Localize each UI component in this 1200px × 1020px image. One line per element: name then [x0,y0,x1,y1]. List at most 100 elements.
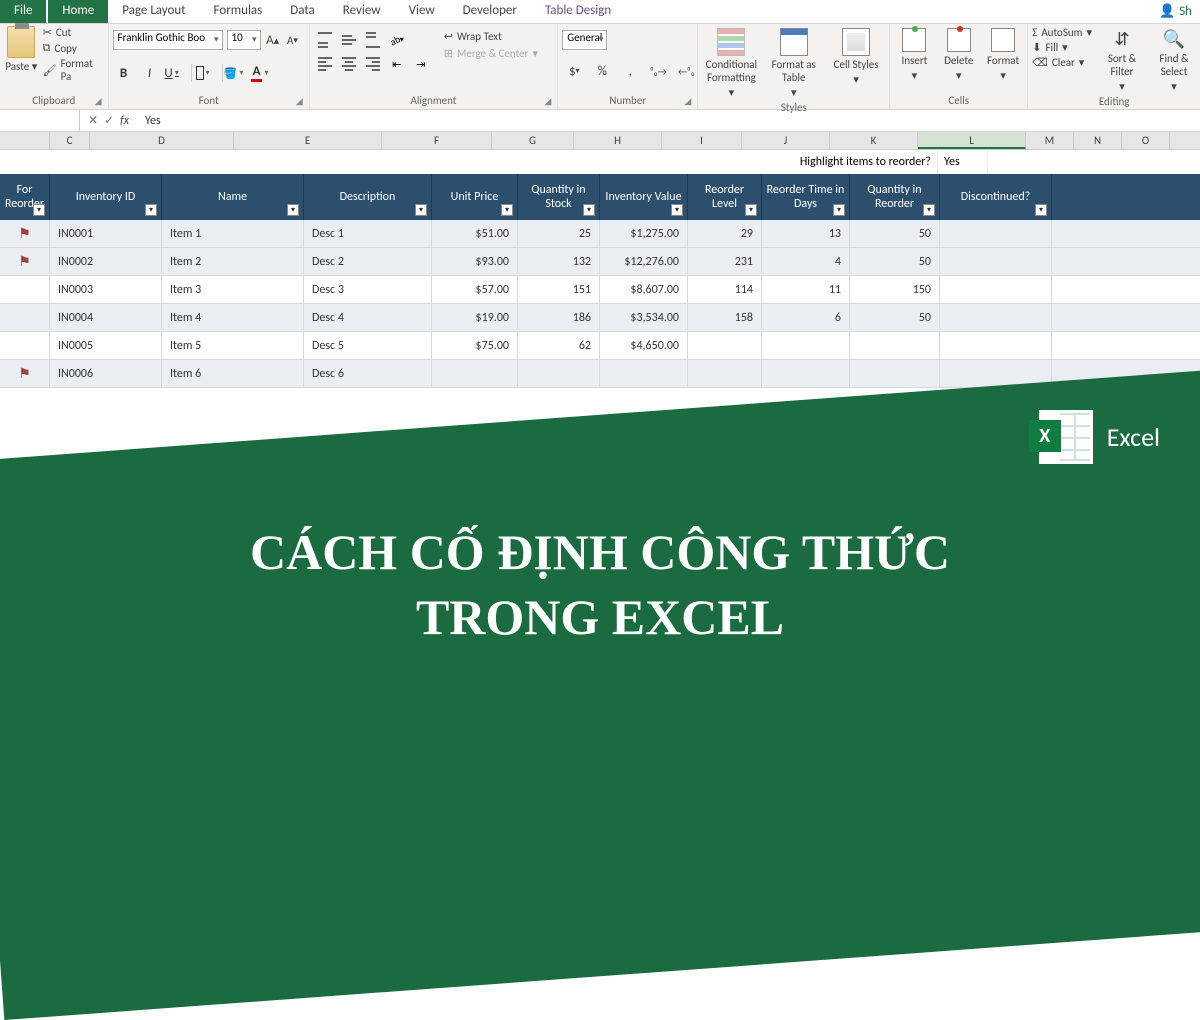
cancel-formula-button[interactable]: ✕ [88,113,98,128]
align-center-button[interactable] [338,54,360,74]
col-header-d[interactable]: D [90,132,234,149]
th-qty-stock[interactable]: Quantity in Stock▾ [518,174,600,220]
cell-val[interactable] [600,360,688,387]
increase-font-button[interactable]: A▴ [265,30,281,50]
col-header-j[interactable]: J [742,132,830,149]
align-left-button[interactable] [314,54,336,74]
th-discontinued[interactable]: Discontinued?▾ [940,174,1052,220]
formula-input[interactable]: Yes [137,114,161,128]
tab-review[interactable]: Review [329,0,395,23]
th-description[interactable]: Description▾ [304,174,432,220]
col-header-o[interactable]: O [1122,132,1170,149]
th-reorder[interactable]: For Reorder▾ [0,174,50,220]
border-button[interactable]: ▾ [196,62,218,84]
clipboard-launcher-icon[interactable]: ◢ [95,96,102,107]
cell-price[interactable]: $93.00 [432,248,518,275]
font-launcher-icon[interactable]: ◢ [296,96,303,107]
col-header-f[interactable]: F [382,132,492,149]
percent-button[interactable]: % [590,60,614,82]
align-middle-button[interactable] [338,30,360,50]
bold-button[interactable]: B [113,62,135,84]
table-row[interactable]: IN0003Item 3Desc 3$57.00151$8,607.001141… [0,276,1200,304]
cell-name[interactable]: Item 2 [162,248,304,275]
cell-rl[interactable] [688,332,762,359]
underline-button[interactable]: U▾ [165,62,187,84]
cell-disc[interactable] [940,276,1052,303]
cell-desc[interactable]: Desc 1 [304,220,432,247]
cell-price[interactable] [432,360,518,387]
cell-rt[interactable]: 13 [762,220,850,247]
currency-button[interactable]: $▾ [562,60,586,82]
cell-qr[interactable]: 150 [850,276,940,303]
cell-desc[interactable]: Desc 5 [304,332,432,359]
th-reorder-level[interactable]: Reorder Level▾ [688,174,762,220]
cell-rl[interactable]: 231 [688,248,762,275]
cell-val[interactable]: $12,276.00 [600,248,688,275]
cell-rt[interactable]: 11 [762,276,850,303]
enter-formula-button[interactable]: ✓ [104,113,114,128]
cell-name[interactable]: Item 1 [162,220,304,247]
cell-qr[interactable] [850,332,940,359]
tab-table-design[interactable]: Table Design [531,0,625,23]
filter-icon[interactable]: ▾ [833,204,845,216]
cell-qty[interactable]: 151 [518,276,600,303]
cell-disc[interactable] [940,332,1052,359]
tab-home[interactable]: Home [48,0,108,23]
col-header-l[interactable]: L [918,132,1026,149]
cell-rt[interactable]: 4 [762,248,850,275]
filter-icon[interactable]: ▾ [501,204,513,216]
col-header-i[interactable]: I [662,132,742,149]
col-header-k[interactable]: K [830,132,918,149]
alignment-launcher-icon[interactable]: ◢ [544,96,551,107]
increase-decimal-button[interactable]: ⁰₀→ [646,60,670,82]
copy-button[interactable]: ⧉Copy [43,41,104,55]
cell-rl[interactable]: 29 [688,220,762,247]
cell-desc[interactable]: Desc 6 [304,360,432,387]
insert-button[interactable]: Insert▾ [894,26,934,82]
cell-qty[interactable]: 132 [518,248,600,275]
cell-rt[interactable] [762,332,850,359]
cell-val[interactable]: $4,650.00 [600,332,688,359]
filter-icon[interactable]: ▾ [671,204,683,216]
font-size-select[interactable]: 10▾ [227,30,261,50]
cell-id[interactable]: IN0002 [50,248,162,275]
wrap-text-button[interactable]: ↩Wrap Text [444,30,538,43]
align-bottom-button[interactable] [362,30,384,50]
clear-button[interactable]: ⌫Clear ▾ [1032,56,1092,69]
th-inventory-id[interactable]: Inventory ID▾ [50,174,162,220]
cell-rt[interactable]: 6 [762,304,850,331]
filter-icon[interactable]: ▾ [287,204,299,216]
cell-desc[interactable]: Desc 2 [304,248,432,275]
format-as-table-button[interactable]: Format as Table▾ [765,26,823,99]
cell-qty[interactable]: 62 [518,332,600,359]
th-unit-price[interactable]: Unit Price▾ [432,174,518,220]
cell-disc[interactable] [940,304,1052,331]
table-row[interactable]: IN0004Item 4Desc 4$19.00186$3,534.001586… [0,304,1200,332]
cell-desc[interactable]: Desc 3 [304,276,432,303]
format-painter-button[interactable]: 🖌Format Pa [43,57,104,83]
fill-color-button[interactable]: 🪣▾ [227,62,249,84]
conditional-formatting-button[interactable]: Conditional Formatting▾ [702,26,760,99]
cell-val[interactable]: $1,275.00 [600,220,688,247]
orientation-button[interactable]: ab▾ [386,30,408,50]
filter-icon[interactable]: ▾ [33,204,45,216]
cell-qty[interactable] [518,360,600,387]
format-button[interactable]: Format▾ [983,26,1023,82]
col-header[interactable] [0,132,50,149]
filter-icon[interactable]: ▾ [583,204,595,216]
tab-developer[interactable]: Developer [449,0,531,23]
number-format-select[interactable]: General▾ [562,30,607,50]
cell-price[interactable]: $51.00 [432,220,518,247]
cell-id[interactable]: IN0006 [50,360,162,387]
cell-price[interactable]: $75.00 [432,332,518,359]
tab-formulas[interactable]: Formulas [200,0,277,23]
cell-rl[interactable]: 114 [688,276,762,303]
fx-icon[interactable]: fx [120,114,129,128]
cell-qr[interactable]: 50 [850,248,940,275]
cell-disc[interactable] [940,220,1052,247]
cut-button[interactable]: ✂Cut [43,26,104,39]
cell-qr[interactable]: 50 [850,304,940,331]
col-header-e[interactable]: E [234,132,382,149]
col-header-c[interactable]: C [50,132,90,149]
cell-qr[interactable] [850,360,940,387]
